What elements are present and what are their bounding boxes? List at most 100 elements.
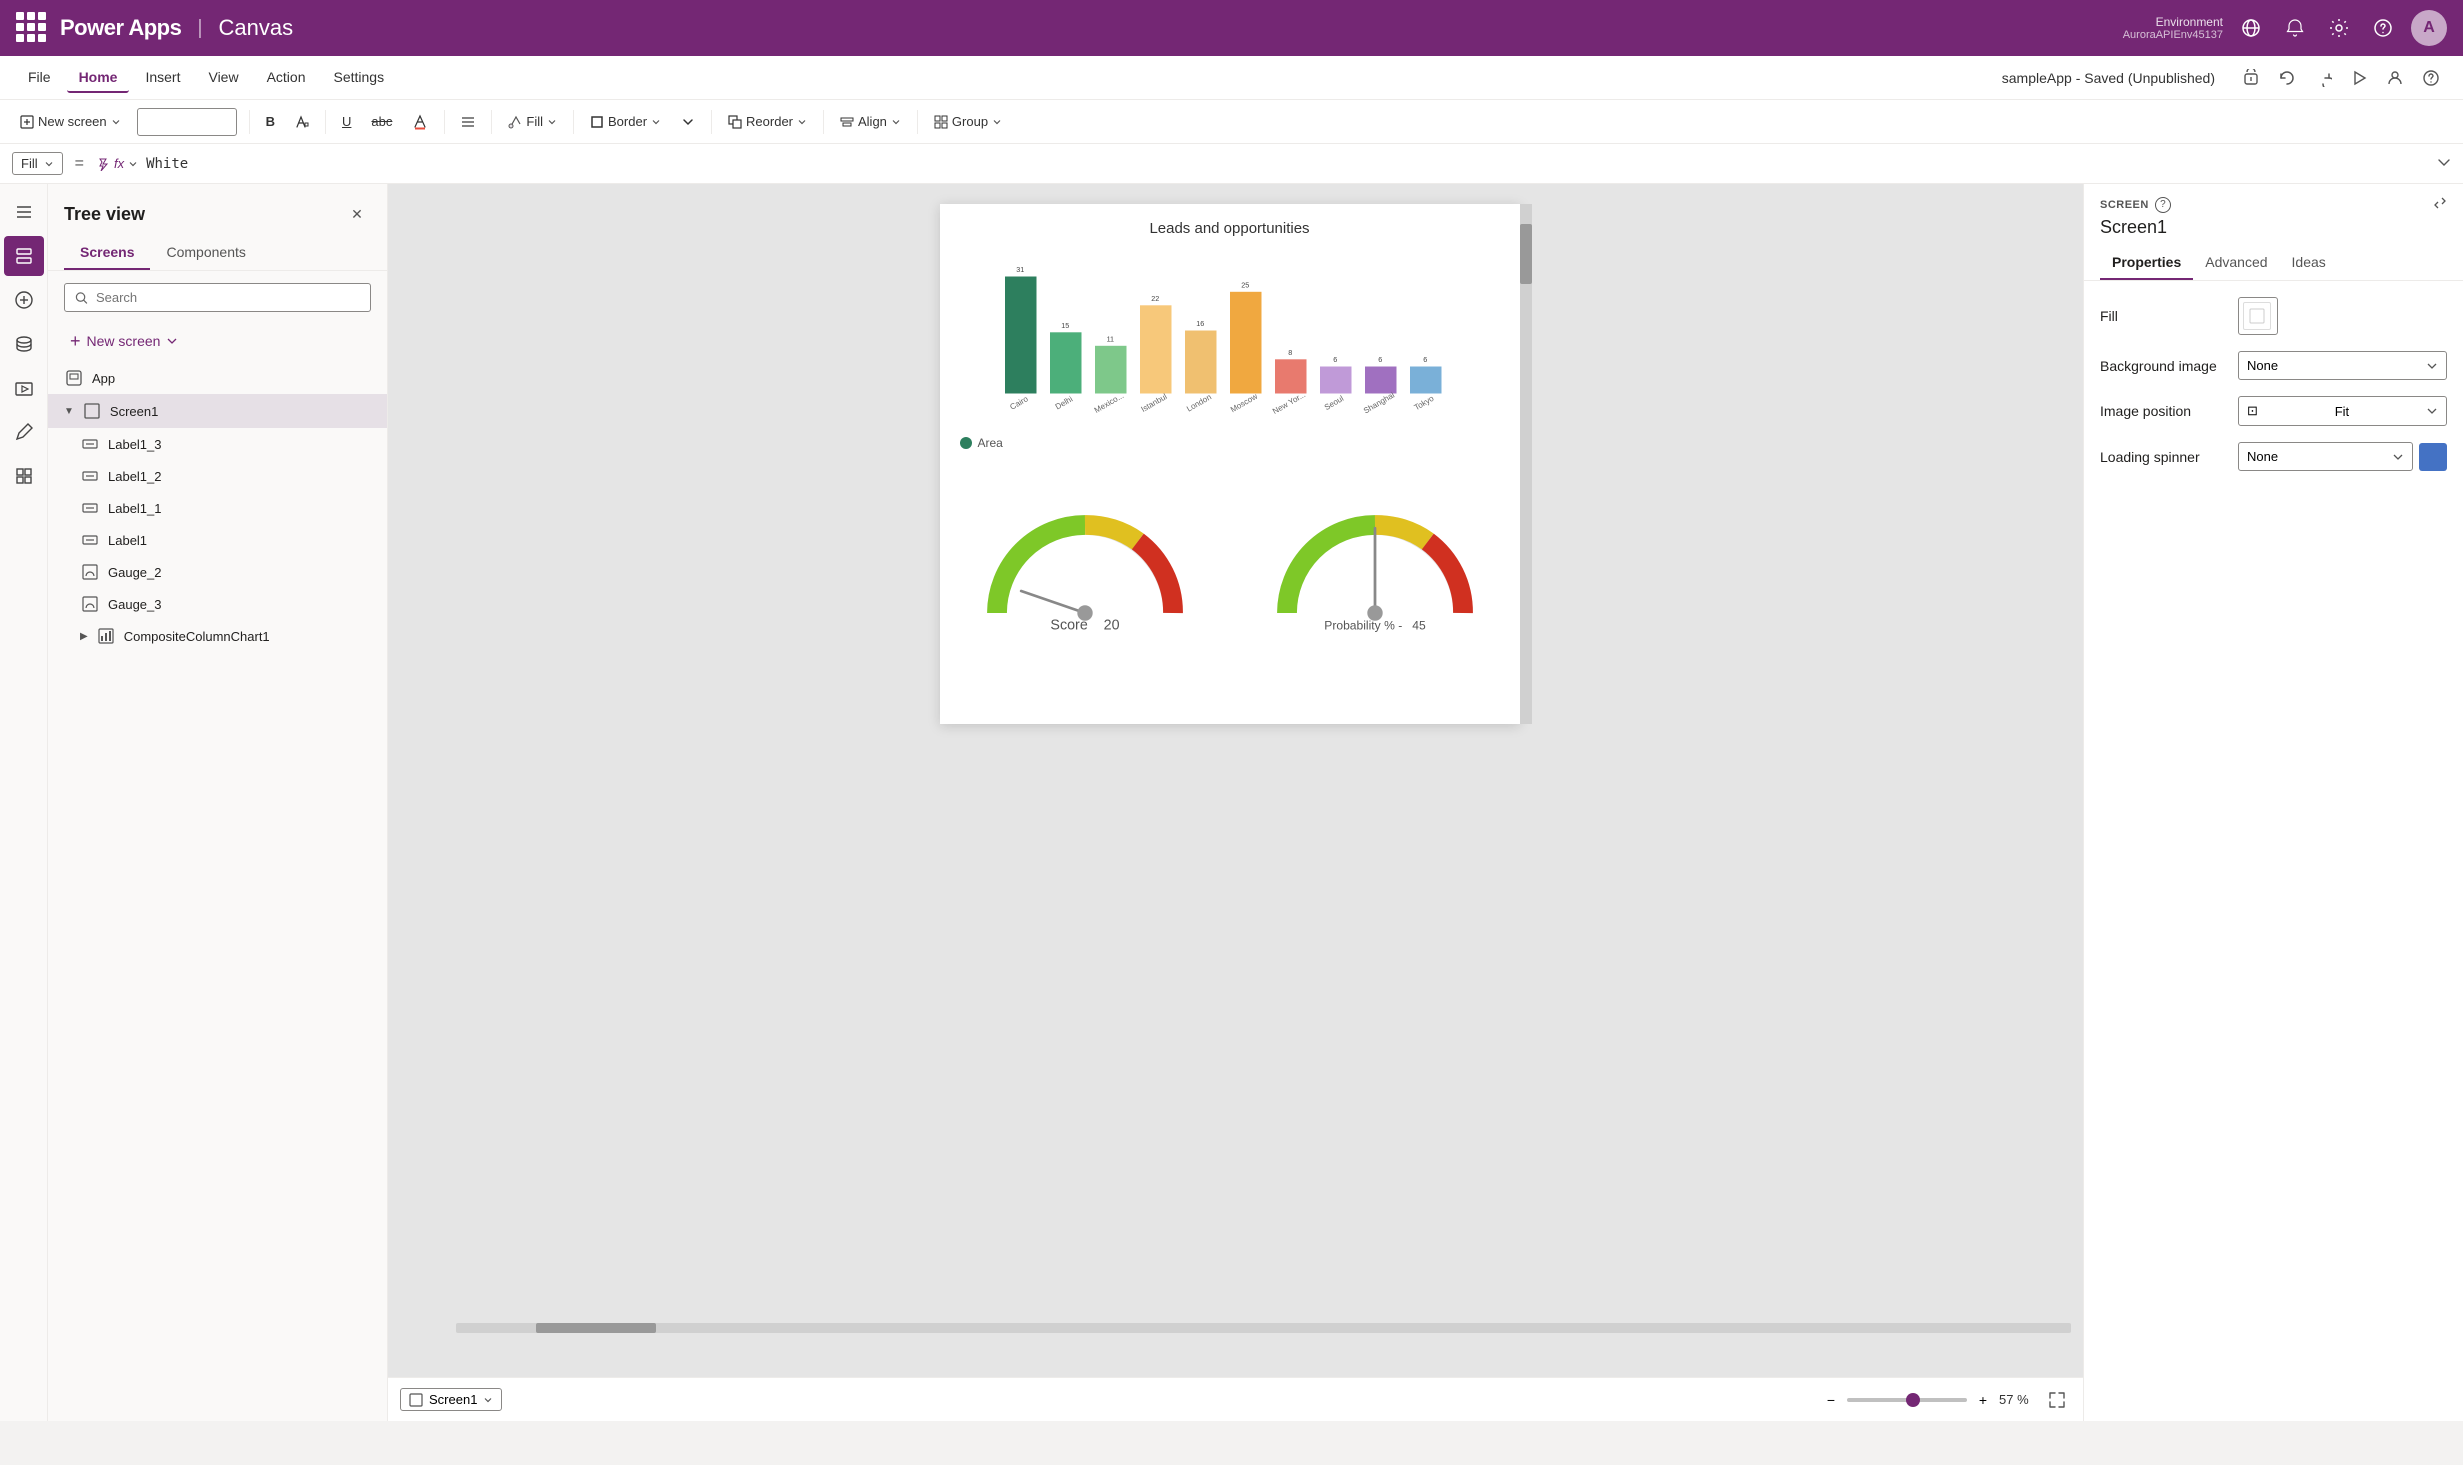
tree-item-gauge2[interactable]: Gauge_2 <box>64 556 387 588</box>
environment-icon[interactable] <box>2235 12 2267 44</box>
svg-text:Istanbul: Istanbul <box>1139 392 1168 414</box>
chevron-down-button[interactable] <box>673 111 703 133</box>
bold-button[interactable]: B <box>258 110 283 133</box>
strikethrough-button[interactable]: abc <box>363 110 400 133</box>
sidebar-add-icon[interactable] <box>4 280 44 320</box>
tree-search-box[interactable] <box>64 283 371 312</box>
menubar-help-icon[interactable] <box>2415 62 2447 94</box>
fill-value[interactable] <box>2238 297 2278 335</box>
menu-insert[interactable]: Insert <box>133 63 192 93</box>
menu-file[interactable]: File <box>16 63 63 93</box>
help-icon[interactable] <box>2367 12 2399 44</box>
user-icon[interactable] <box>2379 62 2411 94</box>
tree-item-label1-2[interactable]: Label1_2 <box>64 460 387 492</box>
tree-item-screen1[interactable]: ▼ Screen1 ··· <box>48 394 387 428</box>
border-button[interactable]: Border <box>582 110 669 133</box>
sidebar-variables-icon[interactable] <box>4 456 44 496</box>
waffle-menu[interactable] <box>16 12 48 44</box>
menu-action[interactable]: Action <box>255 63 318 93</box>
font-size-button[interactable] <box>287 111 317 133</box>
formula-fx-button[interactable]: fx <box>96 156 138 171</box>
tree-item-chart[interactable]: ▶ CompositeColumnChart1 <box>64 620 387 652</box>
reorder-button[interactable]: Reorder <box>720 110 815 133</box>
group-button[interactable]: Group <box>926 110 1010 133</box>
align-toolbar-button[interactable]: Align <box>832 110 909 133</box>
tree-item-label1-1[interactable]: Label1_1 <box>64 492 387 524</box>
tab-properties[interactable]: Properties <box>2100 246 2193 280</box>
bar-chart: 31 15 11 22 16 <box>940 245 1520 428</box>
bar-shanghai <box>1365 367 1397 394</box>
menu-home[interactable]: Home <box>67 63 130 93</box>
undo-icon[interactable] <box>2271 62 2303 94</box>
scrollbar-thumb-v[interactable] <box>1520 224 1532 284</box>
debug-icon[interactable] <box>2235 62 2267 94</box>
zoom-thumb <box>1906 1393 1920 1407</box>
tree-item-label1[interactable]: Label1 <box>64 524 387 556</box>
svg-text:Tokyo: Tokyo <box>1412 394 1435 413</box>
spinner-value[interactable]: None <box>2238 442 2413 471</box>
image-position-value[interactable]: ⊡ Fit <box>2238 396 2447 426</box>
bar-istanbul <box>1140 305 1172 393</box>
svg-text:Seoul: Seoul <box>1322 394 1345 412</box>
gauge3-label: Gauge_3 <box>108 597 371 612</box>
formula-expand-button[interactable] <box>2437 155 2451 172</box>
font-color-button[interactable] <box>404 110 436 134</box>
formula-value[interactable]: White <box>146 156 2421 172</box>
canvas-container[interactable]: Leads and opportunities 31 15 <box>388 184 2083 1377</box>
underline-button[interactable]: U <box>334 110 359 133</box>
image-position-row: Image position ⊡ Fit <box>2100 396 2447 426</box>
sidebar-menu-icon[interactable] <box>4 192 44 232</box>
canvas-scrollbar-h[interactable] <box>456 1323 2071 1333</box>
redo-icon[interactable] <box>2307 62 2339 94</box>
fullscreen-button[interactable] <box>2043 1386 2071 1414</box>
svg-text:Probability % - 45: Probability % - 45 <box>1324 619 1426 633</box>
sidebar-data-icon[interactable] <box>4 324 44 364</box>
spinner-color-swatch[interactable] <box>2419 443 2447 471</box>
chart-chevron[interactable]: ▶ <box>80 631 88 642</box>
sidebar-layers-icon[interactable] <box>4 236 44 276</box>
tab-ideas[interactable]: Ideas <box>2280 246 2338 280</box>
align-label: Align <box>858 114 887 129</box>
tree-item-app[interactable]: App <box>48 362 387 394</box>
tab-components[interactable]: Components <box>150 236 261 270</box>
tree-close-button[interactable]: ✕ <box>343 200 371 228</box>
tree-title: Tree view <box>64 204 145 225</box>
app-logo: Power Apps <box>60 15 181 41</box>
label-icon-3 <box>80 434 100 454</box>
settings-icon[interactable] <box>2323 12 2355 44</box>
background-image-value[interactable]: None <box>2238 351 2447 380</box>
sidebar-media-icon[interactable] <box>4 368 44 408</box>
menu-view[interactable]: View <box>196 63 250 93</box>
user-avatar[interactable]: A <box>2411 10 2447 46</box>
tree-tabs: Screens Components <box>48 236 387 271</box>
formula-property[interactable]: Fill <box>12 152 63 175</box>
tab-screens[interactable]: Screens <box>64 236 150 270</box>
tab-advanced[interactable]: Advanced <box>2193 246 2279 280</box>
tree-item-gauge3[interactable]: Gauge_3 <box>64 588 387 620</box>
panel-help-icon[interactable]: ? <box>2155 197 2171 213</box>
panel-tabs: Properties Advanced Ideas <box>2084 246 2463 281</box>
new-screen-button[interactable]: New screen <box>12 110 129 133</box>
zoom-in-button[interactable]: + <box>1971 1388 1995 1412</box>
canvas-frame[interactable]: Leads and opportunities 31 15 <box>940 204 1520 724</box>
tree-item-label1-3[interactable]: Label1_3 <box>64 428 387 460</box>
new-screen-button[interactable]: + New screen <box>64 328 184 354</box>
play-icon[interactable] <box>2343 62 2375 94</box>
scrollbar-thumb-h[interactable] <box>536 1323 656 1333</box>
canvas-scrollbar-v[interactable] <box>1520 204 1532 724</box>
menu-settings[interactable]: Settings <box>322 63 397 93</box>
sep3 <box>444 110 445 134</box>
screen1-chevron[interactable]: ▼ <box>64 406 74 417</box>
zoom-slider[interactable] <box>1847 1398 1967 1402</box>
font-picker[interactable] <box>137 108 237 136</box>
app-icon <box>64 368 84 388</box>
notification-icon[interactable] <box>2279 12 2311 44</box>
search-input[interactable] <box>96 290 360 305</box>
zoom-out-button[interactable]: − <box>1819 1388 1843 1412</box>
screen-indicator[interactable]: Screen1 <box>400 1388 502 1411</box>
sidebar-theme-icon[interactable] <box>4 412 44 452</box>
fill-button[interactable]: Fill <box>500 110 565 133</box>
panel-expand-button[interactable] <box>2433 196 2447 213</box>
sep2 <box>325 110 326 134</box>
align-button[interactable] <box>453 111 483 133</box>
